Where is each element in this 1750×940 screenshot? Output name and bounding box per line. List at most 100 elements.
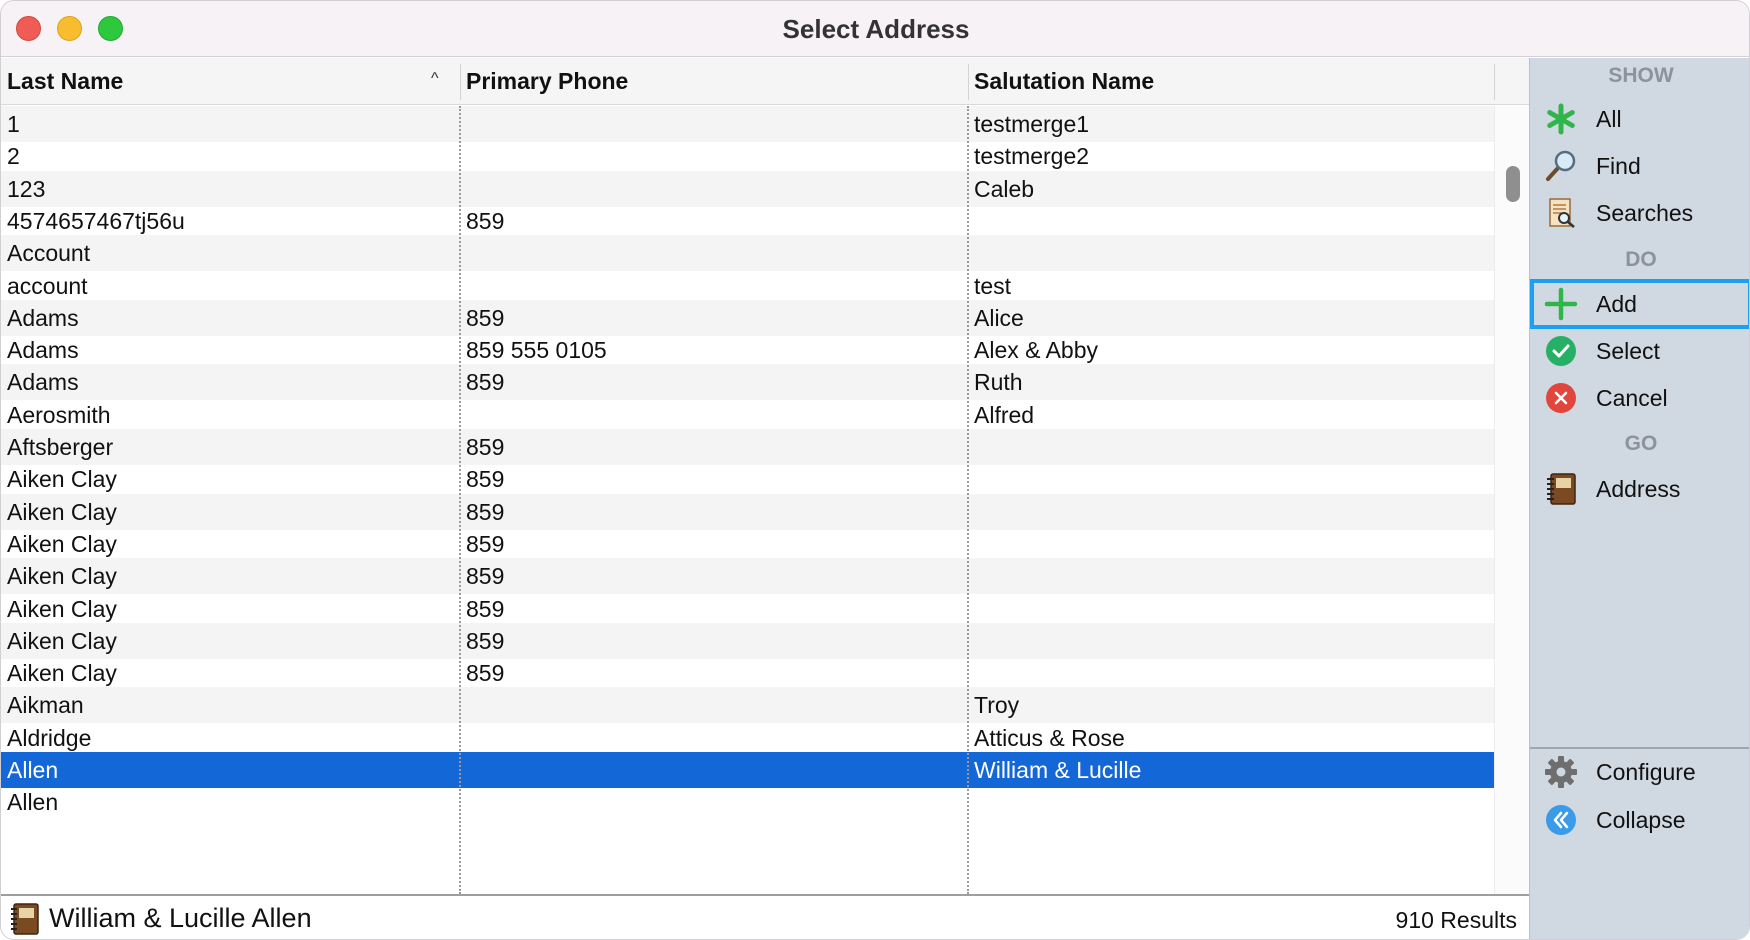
add-button[interactable]: Add	[1530, 279, 1749, 329]
column-header-last-name[interactable]: Last Name	[1, 58, 460, 105]
window-title: Select Address	[782, 14, 970, 44]
column-header-label: Salutation Name	[974, 68, 1155, 94]
sidebar-item-label: Cancel	[1596, 385, 1668, 411]
table-row[interactable]: Aerosmith Alfred	[1, 397, 1494, 433]
cell-salutation-name: Caleb	[974, 175, 1035, 202]
cell-primary-phone	[460, 268, 968, 304]
cell-primary-phone: 859	[466, 369, 505, 396]
cell-primary-phone	[460, 720, 968, 756]
cell-salutation-name: test	[974, 272, 1012, 299]
scrollbar-thumb[interactable]	[1506, 166, 1520, 202]
cell-salutation-name: Alice	[974, 304, 1024, 331]
cell-salutation-name	[968, 461, 1494, 497]
cell-salutation-name	[968, 235, 1494, 271]
table-row[interactable]: account test	[1, 268, 1494, 304]
cell-salutation-name: Alex & Abby	[974, 337, 1099, 364]
cell-last-name: account	[7, 272, 88, 299]
sidebar-item-label: Find	[1596, 153, 1641, 179]
vertical-scrollbar[interactable]	[1494, 106, 1529, 894]
column-header-primary-phone[interactable]: Primary Phone	[460, 58, 968, 105]
cell-primary-phone: 859	[466, 498, 505, 525]
cell-primary-phone	[460, 106, 968, 142]
cell-last-name: Adams	[7, 304, 79, 331]
table-row[interactable]: Account	[1, 235, 1494, 272]
cell-salutation-name	[968, 429, 1494, 465]
go-address-button[interactable]: Address	[1530, 464, 1749, 514]
cell-last-name: Aiken Clay	[7, 498, 117, 525]
configure-button[interactable]: Configure	[1530, 747, 1749, 797]
sidebar-item-label: Address	[1596, 476, 1681, 502]
status-bar: William & Lucille Allen 910 Results	[1, 894, 1529, 939]
cell-last-name: Aiken Clay	[7, 595, 117, 622]
cell-primary-phone	[460, 687, 968, 723]
cell-last-name: Adams	[7, 369, 79, 396]
select-button[interactable]: Select	[1530, 326, 1749, 376]
find-button[interactable]: Find	[1530, 141, 1749, 191]
cell-last-name: 2	[7, 143, 20, 170]
table-row[interactable]: Aiken Clay 859	[1, 526, 1494, 562]
sidebar-item-label: Searches	[1596, 200, 1694, 226]
section-header-do: DO	[1625, 248, 1657, 271]
column-grid-line	[967, 106, 969, 894]
cell-salutation-name	[968, 203, 1494, 239]
table-row[interactable]: Aiken Clay 859	[1, 493, 1494, 530]
table-row[interactable]: 1 testmerge1	[1, 106, 1494, 142]
saved-search-icon	[1549, 198, 1575, 228]
sidebar-item-label: Select	[1596, 338, 1660, 364]
cell-salutation-name	[968, 526, 1494, 562]
table-row[interactable]: Aiken Clay 859	[1, 622, 1494, 659]
sidebar-item-label: Add	[1596, 291, 1637, 317]
table-row[interactable]: Aiken Clay 859	[1, 461, 1494, 497]
table-row[interactable]: Allen William & Lucille	[1, 752, 1494, 788]
cell-primary-phone: 859	[466, 207, 505, 234]
cell-primary-phone: 859	[466, 466, 505, 493]
table-row[interactable]: Aftsberger 859	[1, 429, 1494, 465]
cell-last-name: Aikman	[7, 692, 84, 719]
table-body: 1 testmerge1 2 testmerge2 123 Caleb 4574657467…	[1, 106, 1494, 894]
table-row[interactable]: 123 Caleb	[1, 170, 1494, 207]
cell-primary-phone	[460, 171, 968, 207]
cell-salutation-name	[968, 558, 1494, 594]
collapse-icon	[1546, 805, 1576, 835]
table-row[interactable]: 2 testmerge2	[1, 138, 1494, 174]
cell-primary-phone	[460, 138, 968, 174]
select-address-window: Select Address Last Name ^ Primary Phone…	[0, 0, 1750, 940]
table-row[interactable]: Aikman Troy	[1, 687, 1494, 724]
table-row[interactable]: Aiken Clay 859	[1, 655, 1494, 691]
show-all-button[interactable]: All	[1530, 94, 1749, 144]
sidebar-item-label: Collapse	[1596, 807, 1686, 833]
cell-salutation-name	[968, 623, 1494, 659]
cell-salutation-name	[968, 591, 1494, 627]
cell-last-name: Aldridge	[7, 724, 92, 751]
table-row[interactable]: Adams 859 Alice	[1, 299, 1494, 336]
address-book-icon	[11, 903, 39, 935]
cell-primary-phone: 859	[466, 627, 505, 654]
results-count: 910 Results	[1395, 907, 1517, 933]
cell-primary-phone	[460, 784, 968, 820]
magnifier-icon	[1546, 150, 1576, 181]
address-book-icon	[1547, 473, 1576, 505]
cell-last-name: Aiken Clay	[7, 627, 117, 654]
table-row[interactable]: Aiken Clay 859	[1, 558, 1494, 595]
selected-record-name: William & Lucille Allen	[49, 903, 312, 933]
gear-icon	[1545, 756, 1577, 788]
cancel-button[interactable]: Cancel	[1530, 373, 1749, 423]
plus-icon	[1544, 287, 1578, 321]
searches-button[interactable]: Searches	[1530, 188, 1749, 238]
cell-salutation-name: William & Lucille	[974, 757, 1142, 783]
address-table: Last Name ^ Primary Phone Salutation Nam…	[1, 58, 1529, 894]
table-row[interactable]: 4574657467tj56u 859	[1, 203, 1494, 239]
cell-last-name: 1	[7, 111, 20, 137]
table-row[interactable]: Aldridge Atticus & Rose	[1, 720, 1494, 756]
table-row[interactable]: Adams 859 555 0105 Alex & Abby	[1, 332, 1494, 368]
cell-salutation-name: testmerge1	[974, 111, 1090, 137]
table-row[interactable]: Adams 859 Ruth	[1, 364, 1494, 401]
table-row[interactable]: Aiken Clay 859	[1, 591, 1494, 627]
cell-salutation-name: Troy	[974, 692, 1020, 719]
column-header-salutation-name[interactable]: Salutation Name	[968, 58, 1494, 105]
cell-salutation-name: Alfred	[974, 401, 1035, 428]
table-row[interactable]: Allen	[1, 784, 1494, 820]
column-divider	[1494, 64, 1495, 100]
cell-primary-phone: 859	[466, 563, 505, 590]
collapse-button[interactable]: Collapse	[1530, 795, 1749, 845]
